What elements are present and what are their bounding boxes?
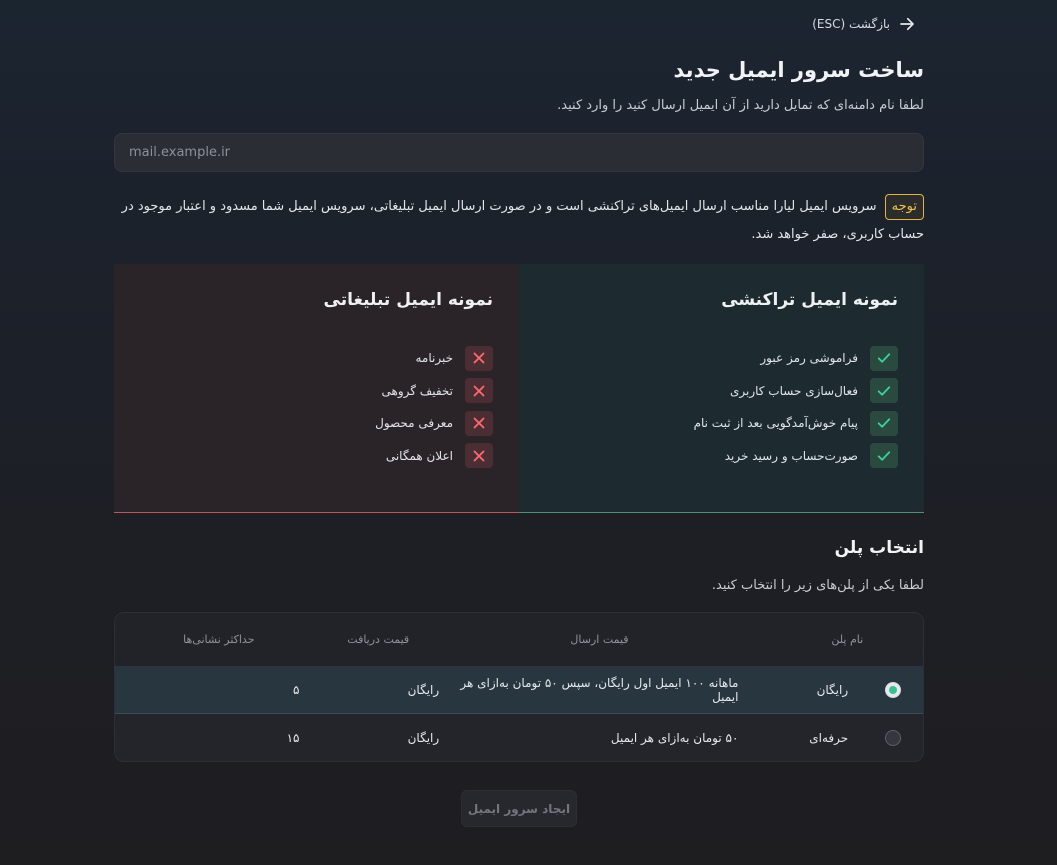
- notice: توجه سرویس ایمیل لیارا مناسب ارسال ایمیل…: [114, 193, 924, 249]
- back-label: بازگشت (ESC): [812, 17, 890, 31]
- promotional-item-label: اعلان همگانی: [385, 448, 453, 463]
- transactional-item: پیام خوش‌آمدگویی بعد از ثبت نام: [545, 407, 898, 440]
- transactional-item: صورت‌حساب و رسید خرید: [545, 440, 898, 473]
- x-icon: [465, 443, 493, 469]
- page-title: ساخت سرور ایمیل جدید: [673, 58, 924, 82]
- plan-name: رایگان: [816, 683, 849, 697]
- promotional-item: تخفیف گروهی: [140, 375, 493, 408]
- promotional-item-label: خبرنامه: [415, 351, 453, 366]
- check-icon: [870, 410, 898, 436]
- x-icon: [465, 378, 493, 404]
- transactional-item: فعال‌سازی حساب کاربری: [545, 375, 898, 408]
- plan-send-price: ماهانه ۱۰۰ ایمیل اول رایگان، سپس ۵۰ توما…: [460, 676, 739, 704]
- plan-receive-price: رایگان: [407, 683, 440, 697]
- back-link[interactable]: بازگشت (ESC): [812, 15, 916, 33]
- header-name: نام پلن: [831, 633, 864, 646]
- plan-send-price: ۵۰ تومان به‌ازای هر ایمیل: [610, 730, 739, 745]
- check-icon: [870, 345, 898, 371]
- transactional-title: نمونه ایمیل تراکنشی: [721, 290, 898, 310]
- check-icon: [870, 378, 898, 404]
- header-send-price: قیمت ارسال: [570, 633, 629, 646]
- promotional-item: معرفی محصول: [140, 407, 493, 440]
- transactional-item: فراموشی رمز عبور: [545, 342, 898, 375]
- transactional-item-label: فراموشی رمز عبور: [760, 351, 858, 366]
- domain-input[interactable]: [114, 133, 924, 172]
- plans-table: نام پلن قیمت ارسال قیمت دریافت حداکثر نش…: [114, 612, 924, 762]
- plans-table-header: نام پلن قیمت ارسال قیمت دریافت حداکثر نش…: [115, 613, 923, 667]
- promotional-item: اعلان همگانی: [140, 440, 493, 473]
- plan-max-addresses: ۱۵: [286, 730, 300, 745]
- x-icon: [465, 345, 493, 371]
- promotional-item-label: تخفیف گروهی: [381, 383, 453, 398]
- plan-radio[interactable]: [885, 682, 902, 698]
- plan-max-addresses: ۵: [293, 683, 300, 697]
- table-row[interactable]: رایگان ماهانه ۱۰۰ ایمیل اول رایگان، سپس …: [115, 667, 923, 714]
- page-subtitle: لطفا نام دامنه‌ای که تمایل دارید از آن ا…: [557, 98, 924, 113]
- plan-receive-price: رایگان: [407, 730, 440, 745]
- promotional-item-label: معرفی محصول: [375, 416, 453, 431]
- promotional-panel: نمونه ایمیل تبلیغاتی خبرنامه تخفیف گروهی…: [114, 264, 519, 513]
- plan-radio[interactable]: [885, 729, 902, 746]
- promotional-title: نمونه ایمیل تبلیغاتی: [323, 290, 493, 310]
- header-receive-price: قیمت دریافت: [347, 633, 410, 646]
- transactional-item-label: صورت‌حساب و رسید خرید: [724, 448, 858, 463]
- transactional-item-label: پیام خوش‌آمدگویی بعد از ثبت نام: [693, 416, 858, 431]
- email-type-comparison: نمونه ایمیل تراکنشی فراموشی رمز عبور فعا…: [114, 264, 924, 513]
- table-row[interactable]: حرفه‌ای ۵۰ تومان به‌ازای هر ایمیل رایگان…: [115, 714, 923, 761]
- x-icon: [465, 410, 493, 436]
- notice-badge: توجه: [884, 194, 924, 220]
- arrow-right-icon: [900, 17, 914, 31]
- plans-subtitle: لطفا یکی از پلن‌های زیر را انتخاب کنید.: [711, 578, 924, 593]
- create-mail-server-button[interactable]: ایجاد سرور ایمیل: [461, 790, 577, 827]
- transactional-panel: نمونه ایمیل تراکنشی فراموشی رمز عبور فعا…: [519, 264, 924, 513]
- check-icon: [870, 443, 898, 469]
- transactional-item-label: فعال‌سازی حساب کاربری: [729, 383, 858, 398]
- header-max-addresses: حداکثر نشانی‌ها: [183, 633, 255, 646]
- notice-text: سرویس ایمیل لیارا مناسب ارسال ایمیل‌های …: [121, 199, 924, 242]
- plan-name: حرفه‌ای: [809, 730, 849, 745]
- plans-title: انتخاب پلن: [834, 538, 924, 558]
- promotional-item: خبرنامه: [140, 342, 493, 375]
